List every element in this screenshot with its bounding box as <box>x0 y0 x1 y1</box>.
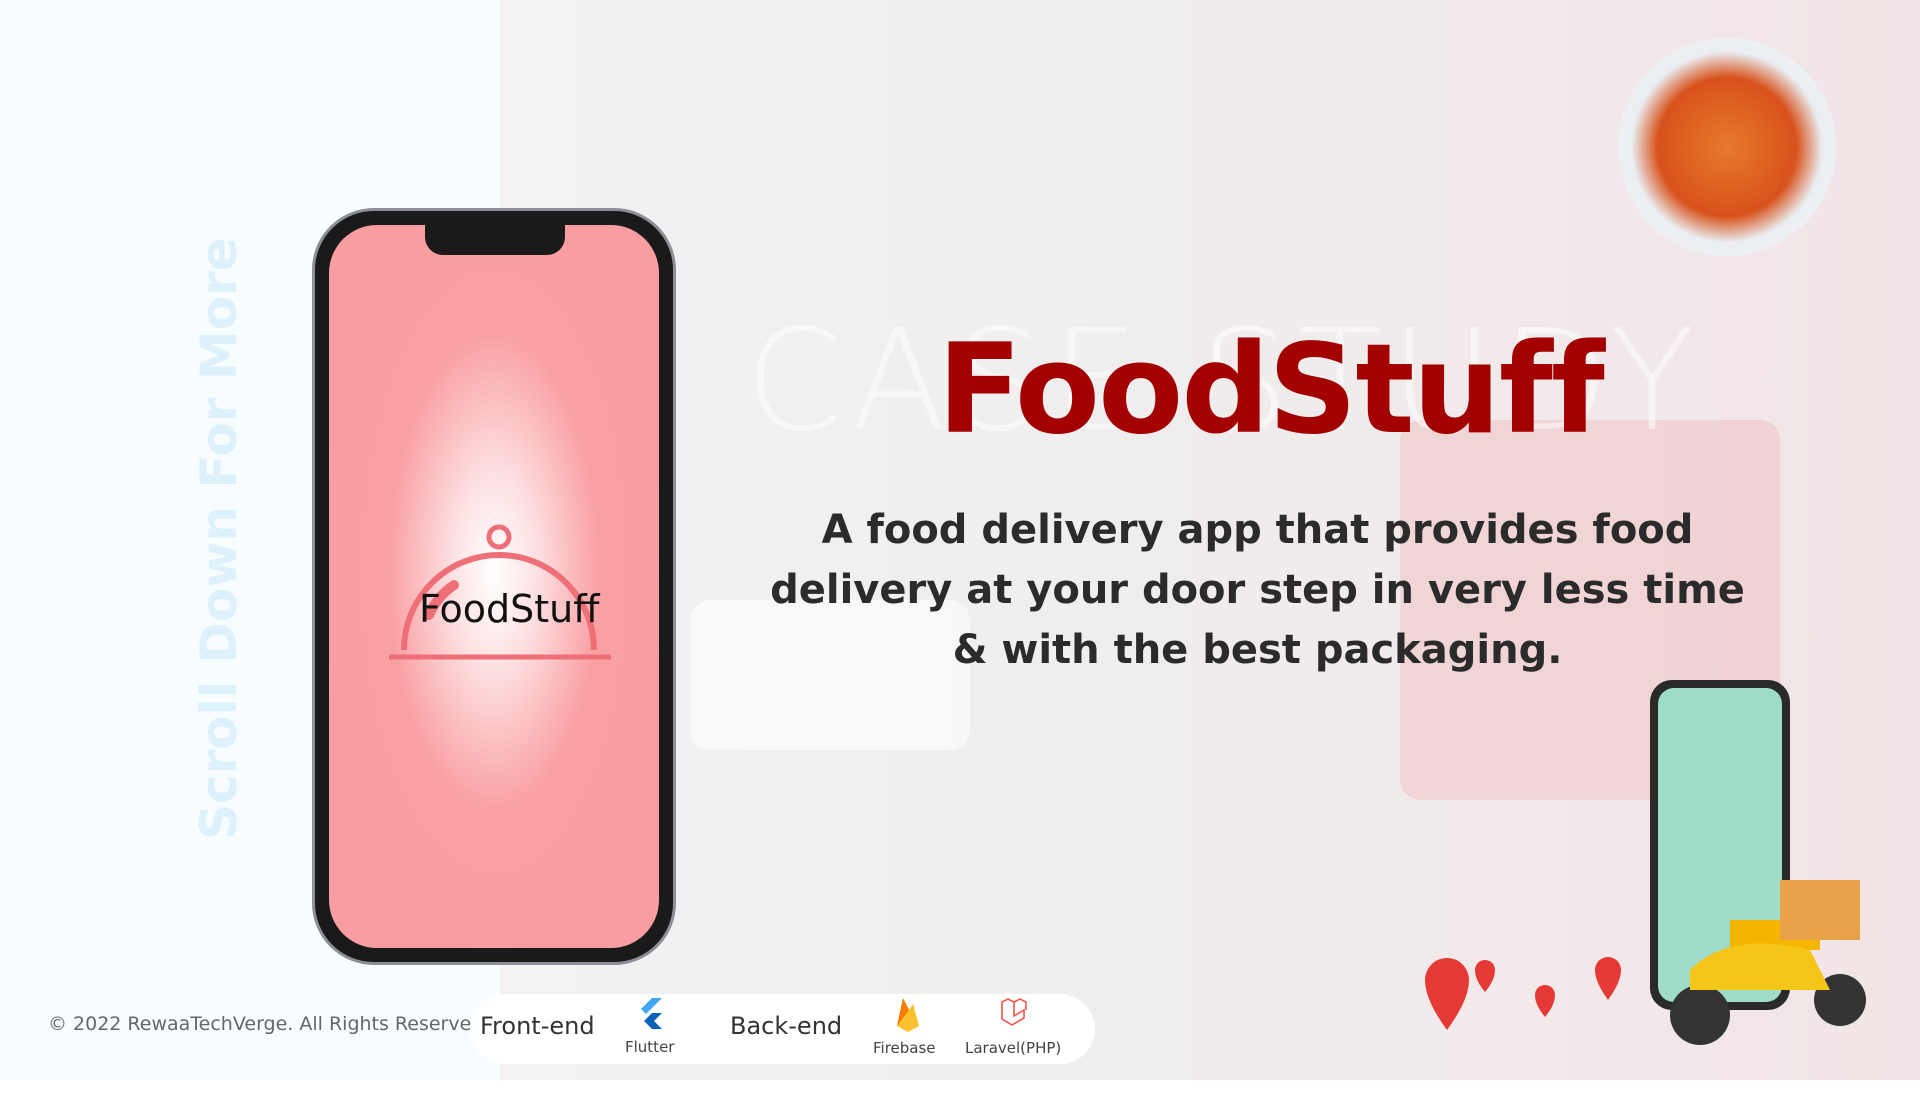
delivery-scooter-illustration <box>1425 680 1866 1045</box>
copyright: © 2022 RewaaTechVerge. All Rights Reserv… <box>48 1013 484 1035</box>
laravel-icon <box>1001 998 1027 1026</box>
pasta-plate-image <box>1618 38 1836 256</box>
app-logo-text: FoodStuff <box>419 587 600 631</box>
phone-notch <box>425 225 565 255</box>
page-title: FoodStuff <box>937 318 1605 462</box>
description: A food delivery app that provides food d… <box>770 507 1745 673</box>
tech-stack-bar: Front-end Flutter Back-end Firebase Lara… <box>470 994 1095 1064</box>
backend-label: Back-end <box>730 1012 843 1040</box>
firebase-icon <box>897 998 919 1032</box>
frontend-label: Front-end <box>480 1012 595 1040</box>
firebase-label: Firebase <box>873 1039 936 1057</box>
flutter-label: Flutter <box>625 1038 675 1056</box>
flutter-icon <box>641 998 662 1029</box>
bottom-strip <box>0 1080 1920 1100</box>
laravel-label: Laravel(PHP) <box>965 1039 1062 1057</box>
